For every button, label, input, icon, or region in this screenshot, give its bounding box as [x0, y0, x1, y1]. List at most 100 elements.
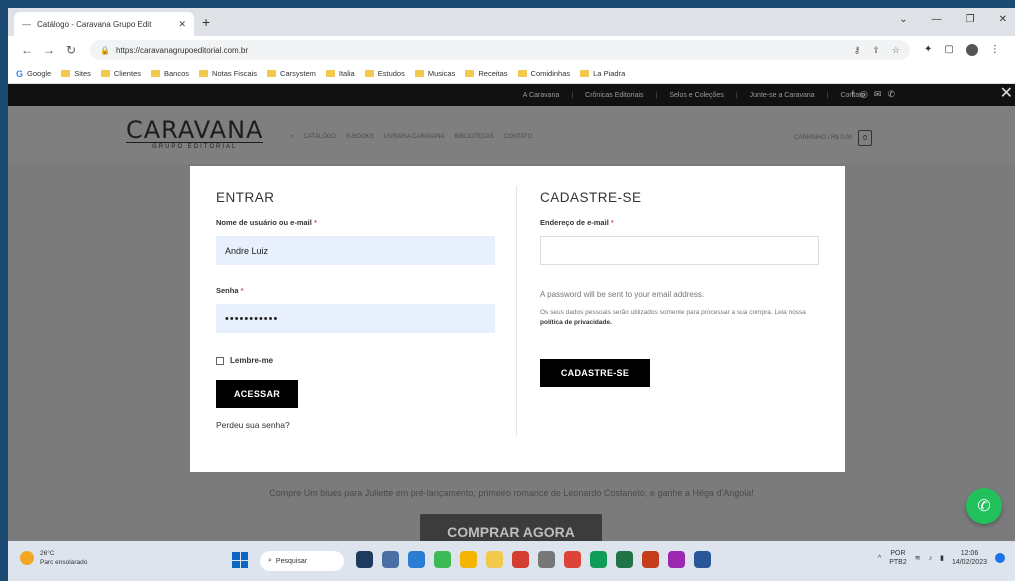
chevron-up-icon[interactable]: ^	[878, 555, 881, 562]
privacy-text: Os seus dados pessoais serão utilizados …	[540, 309, 806, 316]
nav-item-bibliotecas[interactable]: BIBLIOTECAS	[454, 134, 493, 141]
app-icon-2[interactable]	[668, 551, 685, 568]
phone-icon[interactable]: ✆	[887, 89, 895, 100]
reload-icon[interactable]: ↻	[60, 43, 82, 57]
topbar-link[interactable]: Junte-se a Caravana	[750, 92, 815, 99]
lost-password-link[interactable]: Perdeu sua senha?	[216, 420, 290, 430]
maximize-icon[interactable]: ❐	[966, 14, 975, 25]
nav-item-contato[interactable]: CONTATO	[504, 134, 532, 141]
username-label: Nome de usuário ou e-mail *	[216, 218, 317, 227]
settings-icon[interactable]	[538, 551, 555, 568]
email-icon[interactable]: ✉	[874, 89, 882, 100]
notification-icon[interactable]	[995, 553, 1005, 563]
word-icon[interactable]	[694, 551, 711, 568]
start-button-icon[interactable]	[232, 552, 248, 568]
folder-icon	[61, 70, 71, 77]
folder-icon	[465, 70, 475, 77]
bookmark-item[interactable]: La Piadra	[580, 69, 625, 78]
browser-tab[interactable]: — Catálogo - Caravana Grupo Edit ✕	[14, 12, 194, 36]
buy-now-button[interactable]: COMPRAR AGORA	[420, 514, 602, 541]
app-icon[interactable]	[512, 551, 529, 568]
bookmark-item[interactable]: Clientes	[100, 69, 141, 78]
menu-icon[interactable]: ⋮	[990, 44, 1000, 56]
register-email-input[interactable]	[540, 236, 819, 265]
instagram-icon[interactable]: ◎	[860, 89, 868, 100]
url-text: https://caravanagrupoeditorial.com.br	[115, 45, 249, 55]
username-label-text: Nome de usuário ou e-mail	[216, 218, 312, 227]
minimize-icon[interactable]: —	[932, 14, 942, 25]
facebook-icon[interactable]: f	[852, 89, 855, 100]
username-input[interactable]: Andre Luiz	[216, 236, 495, 265]
search-icon[interactable]: ⌕	[290, 134, 293, 141]
cart-label: CARRINHO / R$ 0,00	[794, 135, 853, 141]
back-icon[interactable]: ←	[16, 43, 38, 57]
bookmark-item[interactable]: Musicas	[414, 69, 455, 78]
remember-me[interactable]: Lembre-me	[216, 356, 273, 365]
bookmark-item[interactable]: Comidinhas	[517, 69, 570, 78]
wifi-icon[interactable]: ≋	[915, 554, 921, 562]
password-input[interactable]: •••••••••••	[216, 304, 495, 333]
modal-close-icon[interactable]: ✕	[1000, 86, 1013, 102]
remember-checkbox[interactable]	[216, 356, 224, 365]
cart[interactable]: CARRINHO / R$ 0,00 0	[794, 130, 873, 146]
chrome-icon[interactable]	[434, 551, 451, 568]
register-heading: CADASTRE-SE	[540, 190, 642, 205]
store-icon[interactable]	[408, 551, 425, 568]
register-button[interactable]: CADASTRE-SE	[540, 359, 650, 387]
language-indicator[interactable]: POR PTB2	[889, 549, 907, 567]
topbar-separator: |	[571, 91, 574, 99]
share-icon[interactable]: ⇪	[872, 45, 880, 56]
topbar-link[interactable]: Crônicas Editoriais	[585, 92, 643, 99]
new-tab-button[interactable]: +	[202, 14, 210, 30]
tab-search-icon[interactable]: ⌄	[899, 14, 907, 25]
bookmark-label: Receitas	[478, 69, 508, 78]
weather-widget[interactable]: 26°C Parc ensolarado	[20, 549, 87, 567]
site-logo[interactable]: CARAVANA GRUPO EDITORIAL	[126, 116, 264, 150]
topbar-link[interactable]: A Caravana	[523, 92, 560, 99]
chrome-alt2-icon[interactable]	[590, 551, 607, 568]
bookmark-item[interactable]: Receitas	[465, 69, 508, 78]
bookmark-item[interactable]: Estudos	[364, 69, 405, 78]
forward-icon[interactable]: →	[38, 43, 60, 57]
task-view-icon[interactable]	[356, 551, 373, 568]
bookmark-item[interactable]: Carsystem	[267, 69, 316, 78]
chrome-profile-icon[interactable]	[460, 551, 477, 568]
login-button[interactable]: ACESSAR	[216, 380, 298, 408]
logo-main-text: CARAVANA	[126, 116, 264, 144]
taskbar-search[interactable]: ⌕ Pesquisar	[260, 551, 344, 571]
social-links: f ◎ ✉ ✆	[852, 89, 895, 100]
profile-avatar[interactable]	[965, 44, 978, 56]
privacy-policy-link[interactable]: política de privacidade.	[540, 319, 612, 326]
clock[interactable]: 12:06 14/02/2023	[952, 549, 987, 567]
close-tab-icon[interactable]: ✕	[178, 19, 186, 30]
bookmark-item[interactable]: Italia	[325, 69, 355, 78]
bookmark-item[interactable]: Sites	[61, 69, 91, 78]
close-window-icon[interactable]: ✕	[999, 14, 1007, 25]
volume-icon[interactable]: ♪	[929, 555, 933, 562]
address-bar[interactable]: 🔒 https://caravanagrupoeditorial.com.br …	[90, 40, 910, 60]
bookmark-item[interactable]: G Google	[16, 69, 51, 79]
chrome-alt-icon[interactable]	[564, 551, 581, 568]
omnibox-actions: ⚷ ⇪ ☆	[854, 45, 900, 56]
powerpoint-icon[interactable]	[642, 551, 659, 568]
bookmark-label: Estudos	[377, 69, 405, 78]
site-favicon-icon: —	[22, 19, 31, 29]
bookmark-star-icon[interactable]: ☆	[892, 45, 900, 56]
bookmark-item[interactable]: Notas Fiscais	[199, 69, 257, 78]
nav-item-catalogo[interactable]: CATÁLOGO	[303, 134, 336, 141]
chat-icon[interactable]	[382, 551, 399, 568]
sidepanel-icon[interactable]: ▢	[944, 44, 953, 56]
excel-icon[interactable]	[616, 551, 633, 568]
promo-text: Compre Um blues para Juliette em pré-lan…	[269, 488, 754, 498]
lock-icon[interactable]: 🔒	[100, 46, 110, 55]
nav-item-livraria[interactable]: LIVRARIA CARAVANA	[384, 134, 445, 141]
whatsapp-icon[interactable]: ✆	[966, 488, 1002, 524]
required-mark: *	[313, 218, 317, 227]
file-explorer-icon[interactable]	[486, 551, 503, 568]
extensions-icon[interactable]: ✦	[924, 44, 932, 56]
battery-icon[interactable]: ▮	[940, 554, 944, 562]
bookmark-item[interactable]: Bancos	[151, 69, 189, 78]
nav-item-ebooks[interactable]: E-BOOKS	[346, 134, 373, 141]
topbar-link[interactable]: Selos e Coleções	[669, 92, 723, 99]
key-icon[interactable]: ⚷	[854, 45, 861, 56]
